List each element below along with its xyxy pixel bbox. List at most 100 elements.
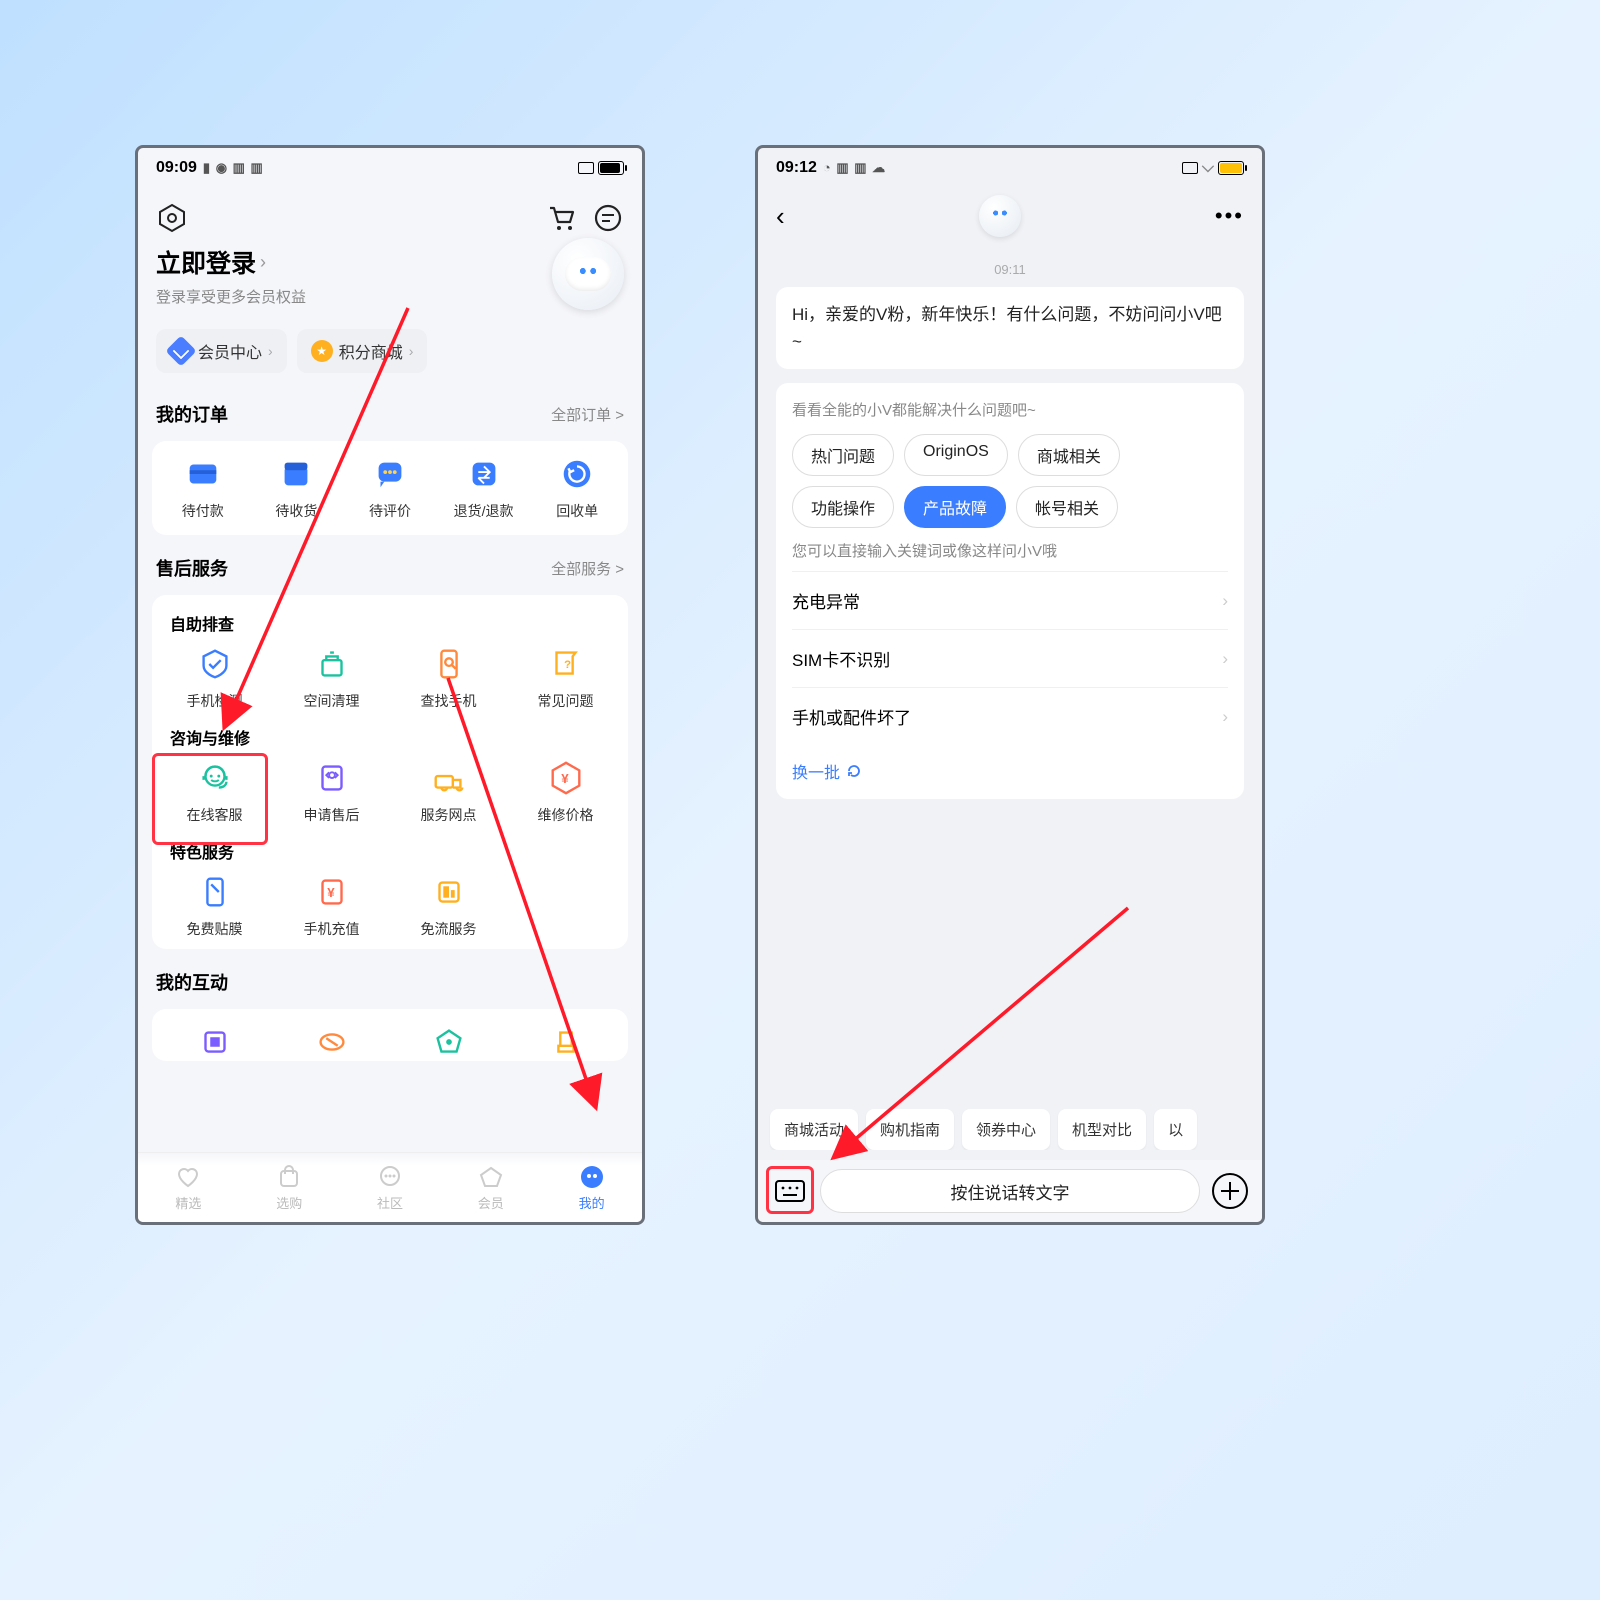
phone-check[interactable]: 手机检测: [156, 645, 273, 711]
qchip-more[interactable]: 以: [1154, 1109, 1197, 1150]
greeting-bubble: Hi，亲爱的V粉，新年快乐！有什么问题，不妨问问小V吧~: [776, 287, 1244, 369]
tag-mall[interactable]: 商城相关: [1018, 434, 1120, 476]
svg-text:¥: ¥: [561, 771, 569, 786]
tab-featured[interactable]: 精选: [138, 1153, 239, 1222]
special-title: 特色服务: [156, 833, 624, 873]
login-button[interactable]: 立即登录 ›: [156, 244, 266, 280]
quick-reply-chips: 商城活动 购机指南 领券中心 机型对比 以: [758, 1109, 1262, 1150]
order-pending-pay[interactable]: 待付款: [156, 455, 250, 521]
orders-card: 待付款 待收货 待评价 退货/退款 回收单: [152, 441, 628, 535]
list-broken[interactable]: 手机或配件坏了›: [792, 687, 1228, 745]
member-center-chip[interactable]: 会员中心 ›: [156, 329, 287, 373]
qchip-compare[interactable]: 机型对比: [1058, 1109, 1146, 1150]
login-subtitle: 登录享受更多会员权益: [156, 286, 624, 307]
phone-recharge[interactable]: ¥手机充值: [273, 873, 390, 939]
list-charging[interactable]: 充电异常›: [792, 571, 1228, 629]
svg-text:?: ?: [564, 659, 571, 671]
wifi-icon: ⌵: [1202, 159, 1214, 177]
tab-shop[interactable]: 选购: [239, 1153, 340, 1222]
back-button[interactable]: ‹: [776, 201, 785, 232]
more-icon[interactable]: •••: [1215, 203, 1244, 229]
qchip-coupon[interactable]: 领券中心: [962, 1109, 1050, 1150]
list-sim[interactable]: SIM卡不识别›: [792, 629, 1228, 687]
tag-originos[interactable]: OriginOS: [904, 434, 1008, 476]
space-clean[interactable]: 空间清理: [273, 645, 390, 711]
avatar-robot-icon[interactable]: [552, 238, 624, 310]
orders-all-link[interactable]: 全部订单 >: [551, 404, 624, 425]
free-data[interactable]: 免流服务: [390, 873, 507, 939]
sim-icon: [1182, 162, 1198, 174]
repair-price[interactable]: ¥维修价格: [507, 759, 624, 825]
chat-timestamp: 09:11: [776, 262, 1244, 277]
topic-tags: 热门问题 OriginOS 商城相关 功能操作 产品故障 帐号相关: [792, 434, 1228, 528]
keyword-hint: 您可以直接输入关键词或像这样问小V哦: [792, 540, 1228, 561]
keyboard-toggle-icon[interactable]: [772, 1173, 808, 1209]
star-icon: [311, 340, 333, 362]
tab-community[interactable]: 社区: [340, 1153, 441, 1222]
chevron-right-icon: ›: [260, 252, 266, 273]
status-indicators: ◔ ▥ ▥ ☁: [823, 160, 886, 176]
quick-chip-row: 会员中心 › 积分商城 ›: [138, 319, 642, 389]
chevron-right-icon: ›: [1222, 707, 1228, 727]
order-pending-review[interactable]: 待评价: [343, 455, 437, 521]
points-mall-chip[interactable]: 积分商城 ›: [297, 329, 428, 373]
chevron-right-icon: ›: [1222, 649, 1228, 669]
app-header: [138, 188, 642, 244]
interact-2[interactable]: [273, 1023, 390, 1061]
settings-hex-icon[interactable]: [156, 202, 188, 234]
chevron-right-icon: ›: [409, 343, 414, 359]
order-refund[interactable]: 退货/退款: [437, 455, 531, 521]
tab-member[interactable]: 会员: [440, 1153, 541, 1222]
orders-title: 我的订单: [156, 401, 228, 427]
service-all-link[interactable]: 全部服务 >: [551, 558, 624, 579]
interact-3[interactable]: [390, 1023, 507, 1061]
chevron-right-icon: ›: [268, 343, 273, 359]
phone-right: 09:12 ◔ ▥ ▥ ☁ ⌵ ‹ ••• 09:11 Hi，亲爱的V粉，新年快…: [755, 145, 1265, 1225]
faq[interactable]: ?常见问题: [507, 645, 624, 711]
online-service[interactable]: 在线客服: [156, 759, 273, 825]
tag-hot[interactable]: 热门问题: [792, 434, 894, 476]
find-phone[interactable]: 查找手机: [390, 645, 507, 711]
tag-account[interactable]: 帐号相关: [1016, 486, 1118, 528]
interact-4[interactable]: [507, 1023, 624, 1061]
voice-input[interactable]: 按住说话转文字: [820, 1169, 1200, 1213]
plus-button[interactable]: [1212, 1173, 1248, 1209]
refresh-button[interactable]: 换一批: [792, 759, 862, 783]
service-section-head: 售后服务 全部服务 >: [138, 543, 642, 587]
phone-left: 09:09 ▮ ◉ ▥ ▥ 立即登录 › 登录享受更多会员权益: [135, 145, 645, 1225]
cart-icon[interactable]: [546, 202, 578, 234]
status-time: 09:09: [156, 159, 197, 177]
interact-title: 我的互动: [156, 969, 228, 995]
chat-body: 09:11 Hi，亲爱的V粉，新年快乐！有什么问题，不妨问问小V吧~ 看看全能的…: [758, 244, 1262, 799]
tab-mine[interactable]: 我的: [541, 1153, 642, 1222]
order-pending-receive[interactable]: 待收货: [250, 455, 344, 521]
qchip-buy-guide[interactable]: 购机指南: [866, 1109, 954, 1150]
chat-avatar-icon[interactable]: [979, 195, 1021, 237]
order-recycle[interactable]: 回收单: [530, 455, 624, 521]
service-card: 自助排查 手机检测 空间清理 查找手机 ?常见问题 咨询与维修 在线客服 申请售…: [152, 595, 628, 949]
tag-product-fault[interactable]: 产品故障: [904, 486, 1006, 528]
chat-input-bar: 按住说话转文字: [758, 1160, 1262, 1222]
battery-icon: [598, 161, 624, 175]
svg-text:¥: ¥: [327, 885, 335, 900]
topics-hint: 看看全能的小V都能解决什么问题吧~: [792, 399, 1228, 420]
login-block: 立即登录 › 登录享受更多会员权益: [138, 244, 642, 319]
sim-icon: [578, 162, 594, 174]
tag-function[interactable]: 功能操作: [792, 486, 894, 528]
service-point[interactable]: 服务网点: [390, 759, 507, 825]
battery-icon: [1218, 161, 1244, 175]
consult-title: 咨询与维修: [156, 719, 624, 759]
status-bar: 09:09 ▮ ◉ ▥ ▥: [138, 148, 642, 188]
orders-section-head: 我的订单 全部订单 >: [138, 389, 642, 433]
message-icon[interactable]: [592, 202, 624, 234]
status-bar: 09:12 ◔ ▥ ▥ ☁ ⌵: [758, 148, 1262, 188]
interact-section-head: 我的互动: [138, 957, 642, 1001]
chat-header: ‹ •••: [758, 188, 1262, 244]
qchip-mall[interactable]: 商城活动: [770, 1109, 858, 1150]
chevron-right-icon: ›: [1222, 591, 1228, 611]
topics-card: 看看全能的小V都能解决什么问题吧~ 热门问题 OriginOS 商城相关 功能操…: [776, 383, 1244, 799]
apply-aftersale[interactable]: 申请售后: [273, 759, 390, 825]
interact-1[interactable]: [156, 1023, 273, 1061]
diamond-icon: [165, 335, 196, 366]
free-film[interactable]: 免费贴膜: [156, 873, 273, 939]
